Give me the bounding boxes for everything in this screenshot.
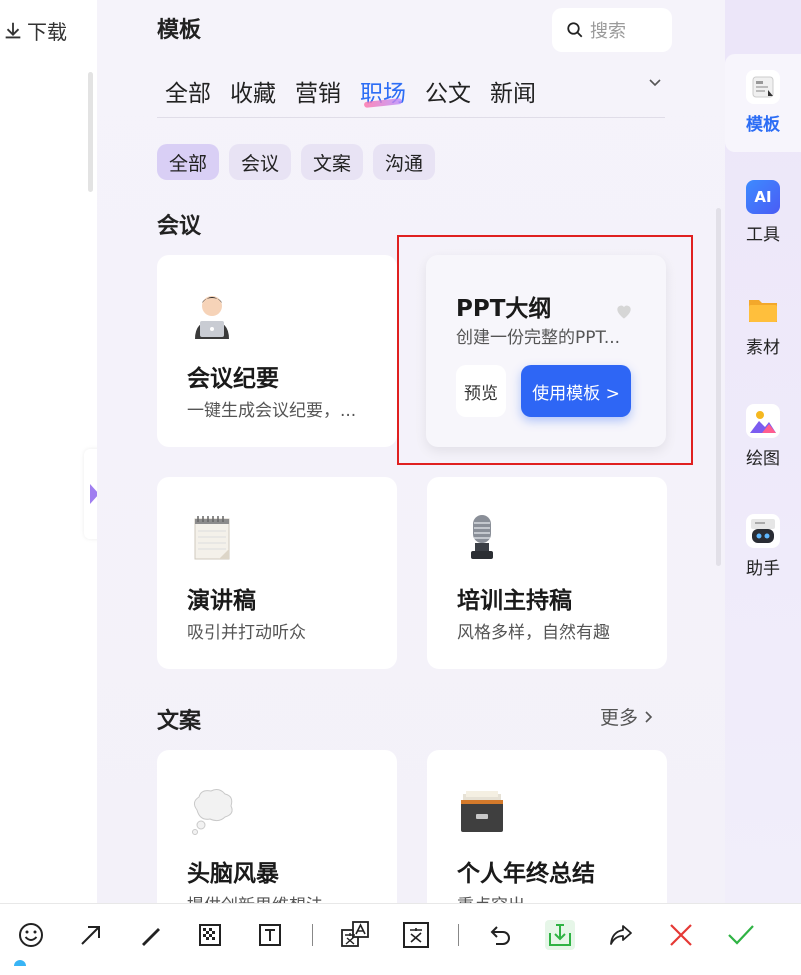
person-laptop-emoji-icon (195, 296, 229, 339)
more-link[interactable]: 更多 (600, 703, 654, 730)
mosaic-tool-button[interactable] (195, 920, 225, 950)
mosaic-icon (199, 924, 221, 946)
sidebar-item-drawing[interactable]: 绘图 (725, 404, 801, 469)
bottom-toolbar (0, 903, 801, 975)
sidebar-item-materials[interactable]: 素材 (725, 293, 801, 358)
left-scrollbar[interactable] (88, 72, 93, 192)
pen-icon (142, 928, 160, 946)
template-card-speech[interactable]: 演讲稿 吸引并打动听众 (157, 477, 397, 669)
pen-tool-button[interactable] (136, 920, 166, 950)
download-label: 下载 (27, 20, 67, 44)
chip-communication[interactable]: 沟通 (373, 144, 436, 180)
cancel-button[interactable] (666, 920, 696, 950)
ai-badge: AI (754, 188, 772, 206)
translate-icon (341, 921, 369, 947)
template-card-brainstorm[interactable]: 头脑风暴 提供创新思维想法 (157, 750, 397, 903)
card-title: 头脑风暴 (187, 861, 279, 887)
smiley-icon (19, 923, 43, 947)
search-placeholder: 搜索 (590, 21, 626, 42)
panel-title: 模板 (157, 18, 202, 43)
save-button[interactable] (545, 920, 575, 950)
text-box-icon (259, 924, 281, 946)
card-title: 培训主持稿 (457, 588, 572, 614)
undo-icon (490, 926, 510, 945)
text-tool-button[interactable] (255, 920, 285, 950)
search-input[interactable]: 搜索 (552, 8, 672, 52)
folder-icon (746, 293, 780, 327)
arrow-tool-button[interactable] (76, 920, 106, 950)
text-character-icon (403, 922, 429, 948)
filter-chips: 全部 会议 文案 沟通 (157, 144, 436, 180)
main-scrollbar[interactable] (716, 208, 721, 566)
tab-workplace[interactable]: 职场 (360, 74, 415, 108)
translate-button[interactable] (340, 920, 370, 950)
notepad-emoji-icon (194, 516, 230, 560)
section-title-meeting: 会议 (157, 214, 202, 239)
template-icon (746, 70, 780, 104)
tab-favorites[interactable]: 收藏 (230, 74, 285, 108)
undo-button[interactable] (486, 920, 516, 950)
toolbar-separator (458, 924, 459, 946)
confirm-button[interactable] (726, 920, 756, 950)
more-label: 更多 (600, 707, 639, 729)
emoji-button[interactable] (16, 920, 46, 950)
card-desc: 提供创新思维想法 (187, 891, 377, 903)
search-icon (567, 22, 583, 38)
sidebar-label: 素材 (746, 338, 780, 358)
tab-all[interactable]: 全部 (165, 74, 220, 108)
sidebar-item-assistant[interactable]: 助手 (725, 514, 801, 579)
chevron-down-icon[interactable] (648, 76, 662, 90)
template-card-training-host[interactable]: 培训主持稿 风格多样，自然有趣 (427, 477, 667, 669)
card-desc: 重点突出 (457, 891, 647, 903)
download-button[interactable]: 下载 (2, 16, 67, 45)
highlight-box (397, 235, 693, 465)
download-icon (5, 22, 21, 38)
file-cabinet-emoji-icon (461, 791, 503, 832)
check-icon (728, 925, 754, 945)
close-icon (670, 924, 692, 946)
template-card-year-end-summary[interactable]: 个人年终总结 重点突出 (427, 750, 667, 903)
card-desc: 风格多样，自然有趣 (457, 623, 610, 643)
ai-icon: AI (746, 180, 780, 214)
sidebar-label: 助手 (746, 559, 780, 579)
sidebar-label: 工具 (746, 225, 780, 245)
section-title-copywriting: 文案 (157, 709, 202, 734)
status-dot (14, 960, 26, 966)
share-button[interactable] (606, 920, 636, 950)
image-icon (746, 404, 780, 438)
share-arrow-icon (610, 925, 632, 945)
category-tabs: 全部 收藏 营销 职场 公文 新闻 (165, 74, 545, 108)
tab-official[interactable]: 公文 (425, 74, 480, 108)
chip-meeting[interactable]: 会议 (229, 144, 292, 180)
sidebar-label: 绘图 (746, 449, 780, 469)
card-title: 演讲稿 (187, 588, 256, 614)
chip-all[interactable]: 全部 (157, 144, 220, 180)
robot-icon (746, 514, 780, 548)
sidebar-item-template[interactable]: 模板 (725, 70, 801, 135)
arrow-icon (81, 926, 100, 945)
thought-bubble-emoji-icon (192, 789, 233, 835)
card-desc: 吸引并打动听众 (187, 623, 306, 643)
sidebar-item-tools[interactable]: AI 工具 (725, 180, 801, 245)
left-strip: 下载 (0, 0, 97, 975)
sidebar-label: 模板 (746, 115, 780, 135)
card-title: 个人年终总结 (457, 861, 595, 887)
download-save-icon (549, 924, 571, 946)
microphone-emoji-icon (471, 515, 493, 559)
tabs-divider (157, 117, 665, 118)
ocr-text-button[interactable] (401, 920, 431, 950)
tab-news[interactable]: 新闻 (490, 74, 545, 108)
card-title: 会议纪要 (187, 366, 279, 392)
template-card-meeting-minutes[interactable]: 会议纪要 一键生成会议纪要，... (157, 255, 397, 447)
chip-copywriting[interactable]: 文案 (301, 144, 364, 180)
tab-marketing[interactable]: 营销 (295, 74, 350, 108)
chevron-right-icon (645, 710, 653, 723)
toolbar-separator (312, 924, 313, 946)
card-desc: 一键生成会议纪要，... (187, 401, 357, 421)
